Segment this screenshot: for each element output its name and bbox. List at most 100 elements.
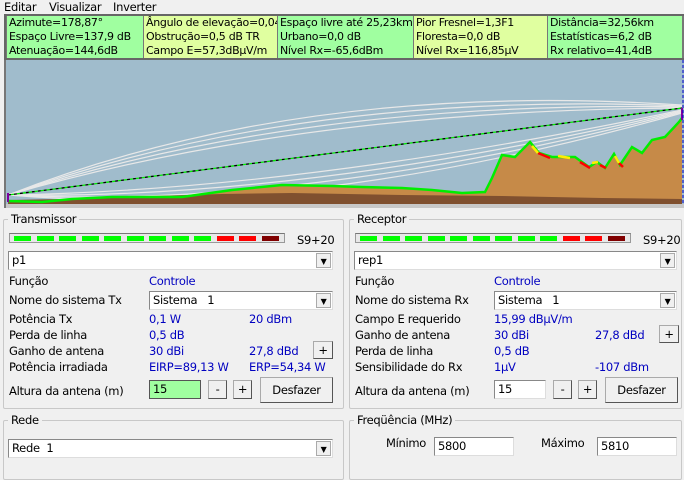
rx-campo-value: 15,99 dBµV/m	[494, 312, 573, 326]
meter-segment	[427, 236, 445, 241]
meter-segment	[194, 236, 211, 241]
meter-segment	[36, 236, 54, 241]
network-title: Rede	[8, 413, 42, 427]
menu-inverter[interactable]: Inverter	[113, 0, 157, 14]
tx-erp: ERP=54,34 W	[249, 360, 326, 374]
tx-perda-value: 0,5 dB	[149, 328, 185, 342]
link-info-table: Azimute=178,87°Ângulo de elevação=0,040°…	[4, 14, 684, 60]
tx-ganho-dbd: 27,8 dBd	[249, 344, 299, 358]
tx-sistema-label: Nome do sistema Tx	[9, 293, 122, 307]
meter-segment	[450, 236, 467, 241]
tx-potencia-dbm: 20 dBm	[249, 312, 292, 326]
tx-antenna-marker	[7, 193, 9, 202]
info-cell: Azimute=178,87°	[7, 16, 143, 30]
info-cell: Rx relativo=41,4dB	[548, 44, 682, 58]
rx-perda-label: Perda de linha	[355, 344, 433, 358]
rx-system-value: Sistema 1	[498, 293, 560, 307]
rx-antenna-plus-button[interactable]: +	[659, 325, 679, 343]
meter-segment	[261, 236, 279, 241]
meter-segment	[540, 236, 557, 241]
tx-station-value: p1	[12, 253, 27, 267]
rx-altura-plus-button[interactable]: +	[578, 380, 597, 399]
info-cell: Distância=32,56km	[548, 16, 682, 30]
meter-segment	[149, 236, 166, 241]
tx-system-value: Sistema 1	[153, 293, 215, 307]
freq-max-label: Máximo	[541, 436, 585, 450]
tx-altura-minus-button[interactable]: -	[208, 380, 227, 399]
info-cell: Nível Rx=116,85µV	[414, 44, 547, 58]
rx-antenna-marker	[681, 108, 683, 120]
info-cell: Obstrução=0,5 dB TR	[144, 30, 277, 44]
chevron-down-icon[interactable]: ▼	[316, 253, 331, 268]
network-select[interactable]: Rede 1 ▼	[8, 439, 333, 458]
network-value: Rede 1	[12, 441, 54, 455]
menu-editar[interactable]: Editar	[4, 0, 37, 14]
tx-signal-meter	[9, 233, 285, 243]
tx-eirp: EIRP=89,13 W	[149, 360, 229, 374]
freq-max-input[interactable]: 5810	[597, 437, 677, 456]
tx-ganho-dbi: 30 dBi	[149, 344, 184, 358]
rx-undo-button[interactable]: Desfazer	[605, 377, 678, 403]
tx-altura-plus-button[interactable]: +	[233, 380, 252, 399]
meter-segment	[495, 236, 512, 241]
info-cell: Espaço livre até 25,23km	[278, 16, 413, 30]
chevron-down-icon[interactable]: ▼	[660, 253, 675, 268]
tx-ganho-label: Ganho de antena	[9, 344, 105, 358]
meter-segment	[585, 236, 602, 241]
rx-altura-input[interactable]: 15	[494, 380, 546, 399]
info-cell: Estatísticas=6,2 dB	[548, 30, 682, 44]
tx-potencia-w: 0,1 W	[149, 312, 181, 326]
tx-potencia-label: Potência Tx	[9, 312, 73, 326]
meter-segment	[104, 236, 121, 241]
meter-segment	[382, 236, 400, 241]
rx-ganho-label: Ganho de antena	[355, 328, 451, 342]
tx-system-select[interactable]: Sistema 1 ▼	[149, 291, 333, 310]
tx-undo-button[interactable]: Desfazer	[260, 377, 333, 403]
chevron-down-icon[interactable]: ▼	[316, 293, 331, 308]
info-cell: Ângulo de elevação=0,040°	[144, 16, 277, 30]
tx-meter-label: S9+20	[297, 233, 335, 247]
meter-segment	[81, 236, 99, 241]
rx-sistema-label: Nome do sistema Rx	[355, 293, 469, 307]
meter-segment	[607, 236, 625, 241]
rx-system-select[interactable]: Sistema 1 ▼	[494, 291, 677, 310]
rx-ganho-dbd: 27,8 dBd	[595, 328, 645, 342]
meter-segment	[59, 236, 76, 241]
tx-perda-label: Perda de linha	[9, 328, 87, 342]
meter-segment	[239, 236, 256, 241]
rx-station-value: rep1	[358, 253, 383, 267]
receiver-title: Receptor	[354, 212, 410, 226]
rx-altura-label: Altura da antena (m)	[355, 384, 470, 398]
tx-antenna-plus-button[interactable]: +	[313, 341, 333, 359]
rx-ganho-dbi: 30 dBi	[494, 328, 529, 342]
rx-station-select[interactable]: rep1 ▼	[354, 251, 677, 270]
info-cell: Urbano=0,0 dB	[278, 30, 413, 44]
tx-altura-label: Altura da antena (m)	[9, 384, 124, 398]
info-cell: Floresta=0,0 dB	[414, 30, 547, 44]
meter-segment	[14, 236, 31, 241]
tx-station-select[interactable]: p1 ▼	[8, 251, 333, 270]
meter-segment	[216, 236, 234, 241]
rx-sens-label: Sensibilidade do Rx	[355, 360, 463, 374]
rx-funcao-label: Função	[355, 274, 395, 288]
rx-meter-label: S9+20	[643, 233, 681, 247]
meter-segment	[126, 236, 144, 241]
tx-irradiada-label: Potência irradiada	[9, 360, 108, 374]
rx-sens-dbm: -107 dBm	[595, 360, 649, 374]
rx-campo-label: Campo E requerido	[355, 312, 461, 326]
freq-min-label: Mínimo	[386, 436, 427, 450]
rx-signal-meter	[355, 233, 631, 243]
frequency-title: Freqüência (MHz)	[354, 413, 456, 427]
rx-funcao-value: Controle	[494, 274, 541, 288]
tx-altura-input[interactable]: 15	[149, 380, 201, 399]
transmitter-title: Transmissor	[8, 212, 80, 226]
menu-visualizar[interactable]: Visualizar	[49, 0, 102, 14]
meter-segment	[405, 236, 422, 241]
chevron-down-icon[interactable]: ▼	[316, 441, 331, 456]
meter-segment	[562, 236, 580, 241]
chevron-down-icon[interactable]: ▼	[660, 293, 675, 308]
tx-funcao-value: Controle	[149, 274, 196, 288]
rx-altura-minus-button[interactable]: -	[553, 380, 572, 399]
terrain-profile	[4, 60, 684, 208]
freq-min-input[interactable]: 5800	[434, 437, 514, 456]
